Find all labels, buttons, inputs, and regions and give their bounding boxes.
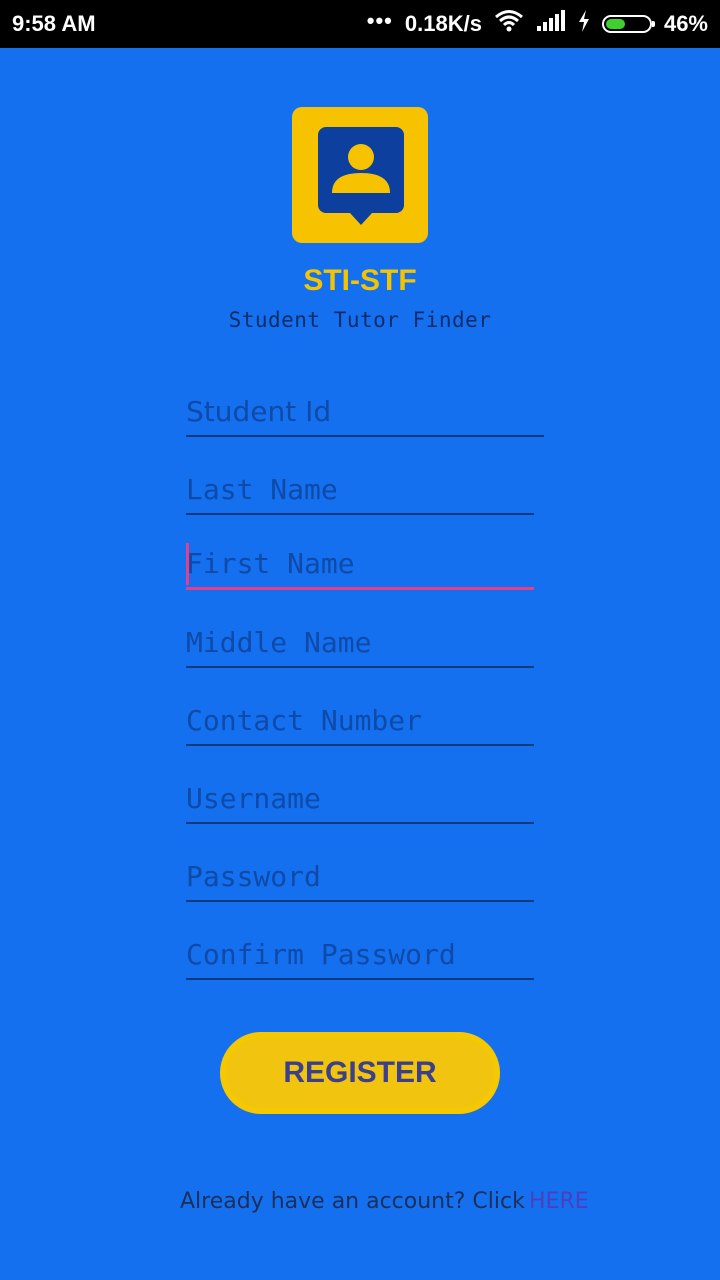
- student-id-field[interactable]: [186, 391, 544, 437]
- last-name-field[interactable]: [186, 469, 534, 515]
- status-bar: 9:58 AM ••• 0.18K/s 46%: [0, 0, 720, 48]
- app-logo: [292, 107, 428, 243]
- register-button[interactable]: REGISTER: [220, 1032, 500, 1114]
- battery-level: [605, 19, 626, 29]
- middle-name-field[interactable]: [186, 622, 534, 668]
- status-indicators: ••• 0.18K/s 46%: [367, 0, 708, 48]
- status-time: 9:58 AM: [12, 11, 96, 36]
- username-field[interactable]: [186, 778, 534, 824]
- contact-number-field[interactable]: [186, 700, 534, 746]
- signal-icon: [536, 10, 566, 38]
- charging-icon: [578, 10, 590, 38]
- text-cursor: [186, 543, 189, 585]
- login-link[interactable]: HERE: [529, 1189, 589, 1214]
- password-field[interactable]: [186, 856, 534, 902]
- wifi-icon: [494, 9, 524, 39]
- confirm-password-field[interactable]: [186, 934, 534, 980]
- battery-percent: 46%: [663, 11, 708, 36]
- app-title: STI-STF: [303, 264, 417, 297]
- network-speed: 0.18K/s: [404, 11, 482, 36]
- battery-icon: [601, 15, 655, 33]
- footer-text: Already have an account? Click: [180, 1189, 525, 1214]
- first-name-field[interactable]: [186, 544, 534, 590]
- user-chat-icon: [318, 127, 404, 225]
- app-subtitle: Student Tutor Finder: [228, 308, 492, 332]
- notification-dots: •••: [366, 8, 393, 33]
